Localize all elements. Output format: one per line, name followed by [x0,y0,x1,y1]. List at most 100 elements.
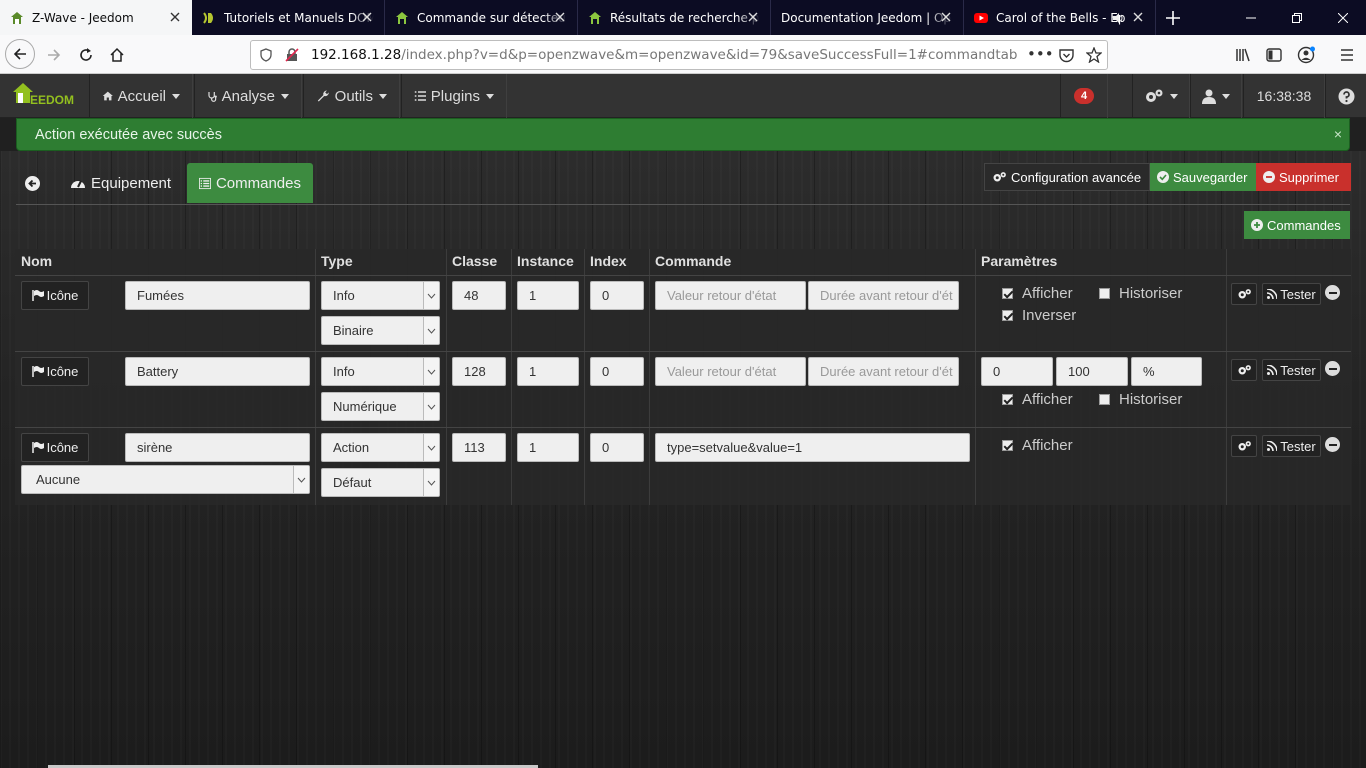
instance-input[interactable]: 1 [517,281,579,310]
afficher-checkbox[interactable]: Afficher [1002,285,1073,302]
sidebar-icon[interactable] [1266,47,1282,63]
min-value-input[interactable]: 0 [981,357,1053,386]
type-select[interactable]: Info [321,281,440,310]
afficher-checkbox[interactable]: Afficher [1002,391,1073,408]
tab-equipement[interactable]: Equipement [58,163,183,203]
instance-input[interactable]: 1 [517,357,579,386]
browser-tab-tutoriels[interactable]: Tutoriels et Manuels DOMO [192,0,385,35]
jeedom-logo[interactable]: EEDOM [12,81,74,111]
command-name-input[interactable]: Battery [125,357,310,386]
command-config-button[interactable] [1231,359,1257,381]
library-icon[interactable] [1235,47,1251,63]
test-command-button[interactable]: Tester [1262,283,1321,305]
type-select[interactable]: Action [321,433,440,462]
close-window-button[interactable] [1320,0,1366,35]
browser-tab-resultats[interactable]: Résultats de recherche pour [578,0,771,35]
instance-input[interactable]: 1 [517,433,579,462]
choose-icon-button[interactable]: Icône [21,357,89,386]
index-input[interactable]: 0 [590,357,644,386]
insecure-lock-icon[interactable] [285,48,299,62]
save-button[interactable]: Sauvegarder [1150,163,1256,191]
index-input[interactable]: 0 [590,433,644,462]
add-command-button[interactable]: Commandes [1244,211,1350,239]
menu-outils[interactable]: Outils [303,74,400,118]
historiser-checkbox[interactable]: Historiser [1099,391,1182,408]
help-button[interactable] [1325,74,1366,118]
bookmark-star-icon[interactable] [1086,47,1102,63]
state-value-input[interactable]: Valeur retour d'état [655,281,806,310]
type-select[interactable]: Info [321,357,440,386]
menu-plugins[interactable]: Plugins [401,74,507,118]
alert-close-button[interactable]: × [1334,126,1342,142]
reload-button[interactable] [72,41,100,69]
return-delay-input[interactable]: Durée avant retour d'ét [808,357,959,386]
url-bar[interactable]: 192.168.1.28/index.php?v=d&p=openzwave&m… [250,40,1108,70]
checkbox-label: Inverser [1022,307,1077,324]
close-tab-icon[interactable] [1131,10,1145,24]
remove-command-icon[interactable] [1325,285,1340,300]
choose-icon-button[interactable]: Icône [21,433,89,462]
advanced-config-button[interactable]: Configuration avancée [984,163,1150,191]
forward-button[interactable] [40,41,68,69]
restore-button[interactable] [1274,0,1320,35]
back-to-list-button[interactable] [16,163,54,203]
back-button[interactable] [5,39,35,69]
command-config-button[interactable] [1231,435,1257,457]
clock: 16:38:38 [1243,74,1325,118]
new-tab-button[interactable] [1156,0,1190,35]
hamburger-menu-icon[interactable] [1339,47,1355,63]
speaker-icon[interactable] [1111,11,1125,25]
command-name-input[interactable]: sirène [125,433,310,462]
max-value-input[interactable]: 100 [1056,357,1128,386]
return-delay-input[interactable]: Durée avant retour d'ét [808,281,959,310]
command-config-button[interactable] [1231,283,1257,305]
state-value-input[interactable]: Valeur retour d'état [655,357,806,386]
menu-analyse[interactable]: Analyse [194,74,302,118]
command-value-input[interactable]: type=setvalue&value=1 [655,433,970,462]
browser-tab-documentation[interactable]: Documentation Jeedom | Op [771,0,964,35]
chevron-down-icon [427,328,436,334]
command-name-input[interactable]: Fumées [125,281,310,310]
choose-icon-button[interactable]: Icône [21,281,89,310]
column-header: Nom [21,253,53,269]
browser-tab-carol[interactable]: Carol of the Bells - Ep [964,0,1156,35]
afficher-checkbox[interactable]: Afficher [1002,437,1073,454]
rss-icon [1267,289,1278,299]
browser-tab-zwave[interactable]: Z-Wave - Jeedom [0,0,192,35]
remove-command-icon[interactable] [1325,437,1340,452]
classe-input[interactable]: 113 [452,433,506,462]
close-tab-icon[interactable] [939,10,953,24]
pocket-icon[interactable] [1059,48,1074,63]
close-tab-icon[interactable] [746,10,760,24]
test-command-button[interactable]: Tester [1262,435,1321,457]
notifications-button[interactable]: 4 [1060,74,1108,118]
unit-input[interactable]: % [1131,357,1202,386]
linked-info-select[interactable]: Aucune [21,465,310,494]
inverser-checkbox[interactable]: Inverser [1002,307,1076,324]
classe-input[interactable]: 48 [452,281,506,310]
account-icon[interactable] [1297,46,1315,64]
config-menu[interactable] [1132,74,1190,118]
minimize-button[interactable] [1228,0,1274,35]
home-button[interactable] [103,41,131,69]
menu-accueil[interactable]: Accueil [89,74,193,118]
close-tab-icon[interactable] [168,10,182,24]
user-menu[interactable] [1190,74,1242,118]
page-actions-button[interactable]: ••• [1027,45,1054,63]
subtype-select[interactable]: Défaut [321,468,440,497]
close-tab-icon[interactable] [553,10,567,24]
tab-commandes[interactable]: Commandes [187,163,313,203]
historiser-checkbox[interactable]: Historiser [1099,285,1182,302]
index-input[interactable]: 0 [590,281,644,310]
subtype-select[interactable]: Binaire [321,316,440,345]
close-tab-icon[interactable] [360,10,374,24]
remove-command-icon[interactable] [1325,361,1340,376]
browser-tab-commande[interactable]: Commande sur détecteur [385,0,578,35]
classe-input[interactable]: 128 [452,357,506,386]
chevron-down-icon [427,445,436,451]
delete-button[interactable]: Supprimer [1256,163,1351,191]
rss-icon [1267,365,1278,375]
shield-icon[interactable] [259,48,273,62]
test-command-button[interactable]: Tester [1262,359,1321,381]
subtype-select[interactable]: Numérique [321,392,440,421]
